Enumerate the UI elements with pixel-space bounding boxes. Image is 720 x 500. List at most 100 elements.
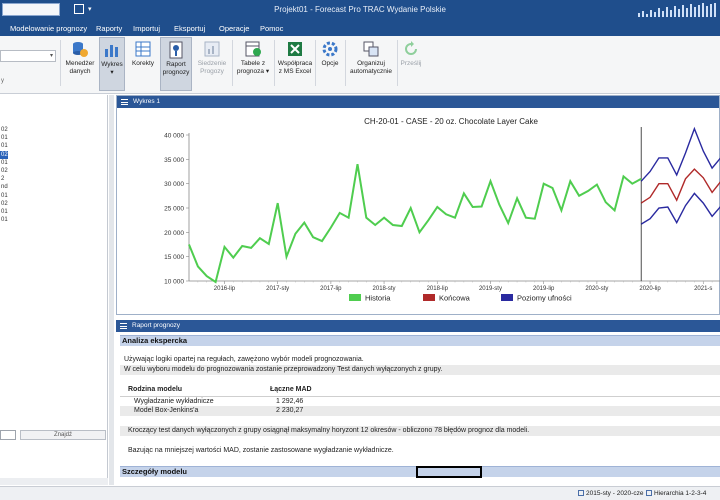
find-button[interactable]: Znajdź <box>20 430 106 440</box>
ribbon-separator <box>60 40 61 86</box>
ribbon-toolbar: ▾ y Menedżer danych Wykres ▾ Korekty Rap… <box>0 36 720 94</box>
status-period: 2015-sty - 2020-cze <box>586 490 644 497</box>
ribbon-separator <box>232 40 233 86</box>
chart-icon <box>105 45 118 57</box>
table-row: Wygładzanie wykładnicze 1 292,46 <box>120 396 720 406</box>
report-text: Kroczący test danych wyłączonych z grupy… <box>128 427 530 434</box>
series-line-poziomy-ufności-dolny <box>640 192 720 225</box>
tables-label: Tabele z prognoza ▾ <box>236 60 270 75</box>
report-text: Bazując na mniejszej wartości MAD, zosta… <box>128 447 394 454</box>
chevron-down-icon: ▾ <box>49 53 53 59</box>
excel-button[interactable]: Współpraca z MS Excel <box>276 37 314 91</box>
chart-title: CH-20-01 - CASE - 20 oz. Chocolate Layer… <box>364 117 538 126</box>
x-tick-label: 2019-lip <box>533 286 555 292</box>
series-line-końcowa <box>640 168 720 204</box>
x-tick-label: 2019-sty <box>479 286 502 292</box>
tree-item[interactable]: 02 <box>0 126 8 134</box>
refresh-label: Prześlij <box>400 60 422 67</box>
report-window-titlebar: Raport prognozy <box>116 320 720 332</box>
y-tick-label: 10 000 <box>164 279 184 286</box>
menu-pomoc[interactable]: Pomoc <box>260 24 283 33</box>
ribbon-group-label: y <box>1 78 4 84</box>
menu-operacje[interactable]: Operacje <box>219 24 249 33</box>
mad-cell: 2 230,27 <box>276 407 304 414</box>
tree-item[interactable]: 01 <box>0 159 8 167</box>
series-line-poziomy-ufności <box>640 126 720 182</box>
x-tick-label: 2017-lip <box>320 286 342 292</box>
tree-item[interactable]: 2 <box>0 175 4 183</box>
refresh-button[interactable]: Prześlij <box>399 37 423 91</box>
chart-window: Wykres 1 CH-20-01 - CASE - 20 oz. Chocol… <box>116 95 720 315</box>
menu-importuj[interactable]: Importuj <box>133 24 160 33</box>
tree-item[interactable]: 01 <box>0 216 8 224</box>
organize-icon <box>363 41 379 57</box>
adjustments-icon <box>135 41 151 57</box>
tracking-button[interactable]: Siedzenie Progozy <box>194 37 230 91</box>
ribbon-separator <box>274 40 275 86</box>
series-line-historia <box>188 164 642 284</box>
report-window-title: Raport prognozy <box>132 322 181 329</box>
chart-window-titlebar: Wykres 1 <box>117 96 719 108</box>
tree-item[interactable]: 02 <box>0 167 8 175</box>
report-text: W celu wyboru modelu do prognozowania zo… <box>124 366 443 373</box>
data-manager-button[interactable]: Menedżer danych <box>62 37 98 91</box>
pane-splitter[interactable] <box>109 95 114 485</box>
options-button[interactable]: Opcje <box>317 37 343 91</box>
brand-logo-icon <box>638 3 716 17</box>
window-title: Projekt01 - Forecast Pro TRAC Wydanie Po… <box>274 5 446 14</box>
x-tick-label: 2020-sty <box>585 286 608 292</box>
options-label: Opcje <box>321 60 339 67</box>
tree-item[interactable]: 01 <box>0 208 8 216</box>
adjustments-button[interactable]: Korekty <box>127 37 159 91</box>
menu-raporty[interactable]: Raporty <box>96 24 122 33</box>
y-tick-label: 40 000 <box>164 133 184 140</box>
window-menu-icon[interactable] <box>120 323 127 329</box>
y-tick-label: 30 000 <box>164 181 184 188</box>
find-input[interactable] <box>0 430 16 440</box>
horizontal-scrollbar[interactable] <box>0 478 108 485</box>
x-tick-label: 2018-sty <box>373 286 396 292</box>
menu-eksportuj[interactable]: Eksportuj <box>174 24 205 33</box>
y-tick-label: 15 000 <box>164 254 184 261</box>
legend-swatch <box>423 294 435 301</box>
tables-button[interactable]: Tabele z prognoza ▾ <box>234 37 272 91</box>
tree-item[interactable]: nd <box>0 183 8 191</box>
selected-cell[interactable] <box>416 466 482 478</box>
hierarchy-navigator: 02 01 01 02 01 02 2nd 01 02 01 01 Znajdź <box>0 95 108 485</box>
tree-item[interactable]: 02 <box>0 200 8 208</box>
x-tick-label: 2020-lip <box>639 286 661 292</box>
legend-swatch <box>501 294 513 301</box>
model-family-cell: Model Box-Jenkins'a <box>134 407 199 414</box>
tree-item[interactable]: 02 <box>0 150 8 159</box>
report-window: Raport prognozy Analiza ekspercka Używaj… <box>116 320 720 485</box>
ribbon-separator <box>345 40 346 86</box>
legend-label: Historia <box>365 294 391 303</box>
chart-button[interactable]: Wykres ▾ <box>99 37 125 91</box>
tree-item[interactable]: 01 <box>0 134 8 142</box>
window-menu-icon[interactable] <box>121 99 128 105</box>
chart-label: Wykres ▾ <box>101 61 123 76</box>
excel-label: Współpraca z MS Excel <box>277 60 313 75</box>
col-total-mad: Łączne MAD <box>270 386 312 393</box>
hierarchy-icon <box>646 490 652 496</box>
tables-icon <box>245 41 261 57</box>
y-tick-label: 25 000 <box>164 206 184 213</box>
menu-bar: Modelowanie prognozy Raporty Importuj Ek… <box>0 20 720 36</box>
y-tick-label: 35 000 <box>164 157 184 164</box>
menu-modelowanie[interactable]: Modelowanie prognozy <box>10 24 87 33</box>
report-text: Używając logiki opartej na regułach, zaw… <box>124 356 364 363</box>
organize-button[interactable]: Organizuj automatycznie <box>347 37 395 91</box>
forecast-report-label: Raport prognozy <box>162 61 190 76</box>
x-tick-label: 2021-s <box>694 286 712 292</box>
y-tick-label: 20 000 <box>164 230 184 237</box>
tracking-icon <box>204 41 220 57</box>
status-hierarchy: Hierarchia 1-2-3-4 <box>654 490 707 497</box>
status-bar: 2015-sty - 2020-cze Hierarchia 1-2-3-4 <box>0 486 720 500</box>
adjustments-label: Korekty <box>131 60 155 67</box>
data-manager-label: Menedżer danych <box>65 60 95 75</box>
tree-item[interactable]: 01 <box>0 142 8 150</box>
refresh-icon <box>405 41 417 55</box>
forecast-report-button[interactable]: Raport prognozy <box>160 37 192 91</box>
tree-item[interactable]: 01 <box>0 192 8 200</box>
series-dropdown[interactable]: ▾ <box>0 50 56 62</box>
